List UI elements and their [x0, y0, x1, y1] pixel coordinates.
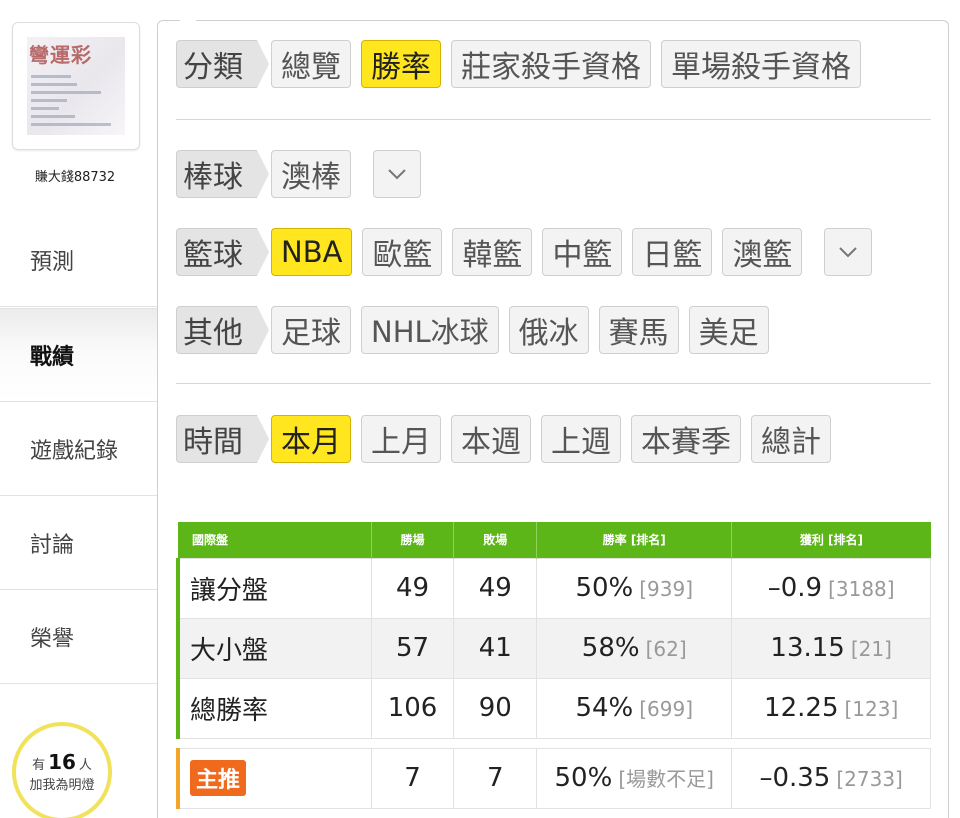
- header-losses: 敗場: [453, 522, 538, 558]
- row-wins: 57: [370, 617, 455, 679]
- league-euro-basketball[interactable]: 歐籃: [362, 228, 443, 276]
- table-row: 總勝率 106 90 54% [699] 12.25 [123]: [175, 677, 931, 739]
- time-last-week[interactable]: 上週: [541, 415, 621, 463]
- time-this-month[interactable]: 本月: [271, 415, 351, 463]
- row-name: 總勝率: [175, 677, 372, 739]
- main-pick-badge: 主推: [190, 760, 247, 796]
- tab-overview[interactable]: 總覽: [271, 40, 351, 88]
- tab-single-killer[interactable]: 單場殺手資格: [661, 40, 861, 88]
- row-losses: 7: [453, 747, 538, 809]
- row-name: 讓分盤: [175, 557, 372, 619]
- league-nfl[interactable]: 美足: [688, 306, 769, 354]
- tab-banker-killer[interactable]: 莊家殺手資格: [451, 40, 651, 88]
- table-row: 讓分盤 49 49 50% [939] –0.9 [3188]: [175, 557, 931, 619]
- row-profit: 12.25 [123]: [731, 677, 931, 739]
- row-rate: 54% [699]: [536, 677, 733, 739]
- header-wins: 勝場: [371, 522, 455, 558]
- fans-caption: 加我為明燈: [29, 778, 95, 793]
- time-total[interactable]: 總計: [751, 415, 831, 463]
- league-abl[interactable]: 澳棒: [271, 150, 351, 198]
- avatar[interactable]: 彎運彩: [12, 22, 140, 150]
- league-nhl[interactable]: NHL冰球: [361, 306, 499, 354]
- row-name: 大小盤: [175, 617, 372, 679]
- baseball-label: 棒球: [176, 150, 269, 198]
- row-profit: –0.9 [3188]: [731, 557, 931, 619]
- other-filter-row: 其他 足球 NHL冰球 俄冰 賽馬 美足: [176, 306, 779, 354]
- chevron-down-icon: [388, 169, 406, 180]
- table-row: 大小盤 57 41 58% [62] 13.15 [21]: [175, 617, 931, 679]
- stats-table: 國際盤 勝場 敗場 勝率 [排名] 獲利 [排名] 讓分盤 49 49 50%[…: [175, 522, 931, 809]
- category-label: 分類: [176, 40, 269, 88]
- row-wins: 106: [370, 677, 455, 739]
- league-china-basketball[interactable]: 中籃: [542, 228, 623, 276]
- nav-item-record[interactable]: 戰績: [0, 308, 157, 402]
- league-khl[interactable]: 俄冰: [508, 306, 589, 354]
- league-soccer[interactable]: 足球: [271, 306, 351, 354]
- row-profit: –0.35 [2733]: [731, 747, 931, 809]
- row-wins: 49: [370, 557, 455, 619]
- fans-badge[interactable]: 有 16 人 加我為明燈: [12, 722, 112, 818]
- time-label: 時間: [176, 415, 269, 463]
- record-panel: 分類 總覽 勝率 莊家殺手資格 單場殺手資格 棒球 澳棒 籃球 NBA 歐籃 韓…: [157, 20, 949, 818]
- divider: [176, 119, 931, 120]
- user-name[interactable]: 賺大錢88732: [0, 166, 150, 185]
- nav-item-predict[interactable]: 預測: [0, 213, 157, 307]
- time-this-season[interactable]: 本賽季: [631, 415, 741, 463]
- tab-win-rate[interactable]: 勝率: [361, 40, 441, 88]
- baseball-more-dropdown[interactable]: [373, 150, 421, 198]
- row-losses: 49: [453, 557, 538, 619]
- row-wins: 7: [370, 747, 455, 809]
- league-nba[interactable]: NBA: [271, 228, 353, 276]
- category-filter-row: 分類 總覽 勝率 莊家殺手資格 單場殺手資格: [176, 40, 871, 88]
- fans-count: 16: [48, 750, 76, 774]
- league-aus-basketball[interactable]: 澳籃: [722, 228, 803, 276]
- pick-row: 主推 7 7 50% [場數不足] –0.35 [2733]: [175, 747, 931, 809]
- avatar-image: 彎運彩: [27, 37, 125, 135]
- row-rate: 58% [62]: [536, 617, 733, 679]
- league-horse-racing[interactable]: 賽馬: [598, 306, 679, 354]
- row-losses: 41: [453, 617, 538, 679]
- header-profit: 獲利 [排名]: [731, 522, 931, 558]
- time-last-month[interactable]: 上月: [361, 415, 441, 463]
- table-header-row: 國際盤 勝場 敗場 勝率 [排名] 獲利 [排名]: [178, 522, 931, 558]
- nav-item-discussion[interactable]: 討論: [0, 496, 157, 590]
- row-rate: 50% [場數不足]: [536, 747, 733, 809]
- time-filter-row: 時間 本月 上月 本週 上週 本賽季 總計: [176, 415, 841, 463]
- header-market: 國際盤: [178, 522, 372, 558]
- time-this-week[interactable]: 本週: [451, 415, 531, 463]
- avatar-logo-text: 彎運彩: [29, 43, 92, 67]
- basketball-label: 籃球: [176, 228, 269, 276]
- basketball-filter-row: 籃球 NBA 歐籃 韓籃 中籃 日籃 澳籃: [176, 228, 873, 276]
- league-korea-basketball[interactable]: 韓籃: [452, 228, 533, 276]
- divider: [176, 383, 931, 384]
- chevron-down-icon: [839, 247, 858, 258]
- nav-item-game-log[interactable]: 遊戲紀錄: [0, 402, 157, 496]
- row-losses: 90: [453, 677, 538, 739]
- sidebar: 彎運彩 賺大錢88732 預測 戰績 遊戲紀錄 討論 榮譽 有 16 人 加我為明燈: [0, 0, 157, 818]
- row-profit: 13.15 [21]: [731, 617, 931, 679]
- row-rate: 50% [939]: [536, 557, 733, 619]
- basketball-more-dropdown[interactable]: [824, 228, 873, 276]
- other-label: 其他: [176, 306, 269, 354]
- header-win-rate: 勝率 [排名]: [536, 522, 733, 558]
- league-japan-basketball[interactable]: 日籃: [632, 228, 713, 276]
- nav-item-honor[interactable]: 榮譽: [0, 590, 157, 684]
- baseball-filter-row: 棒球 澳棒: [176, 150, 421, 198]
- row-name: 主推: [175, 747, 372, 809]
